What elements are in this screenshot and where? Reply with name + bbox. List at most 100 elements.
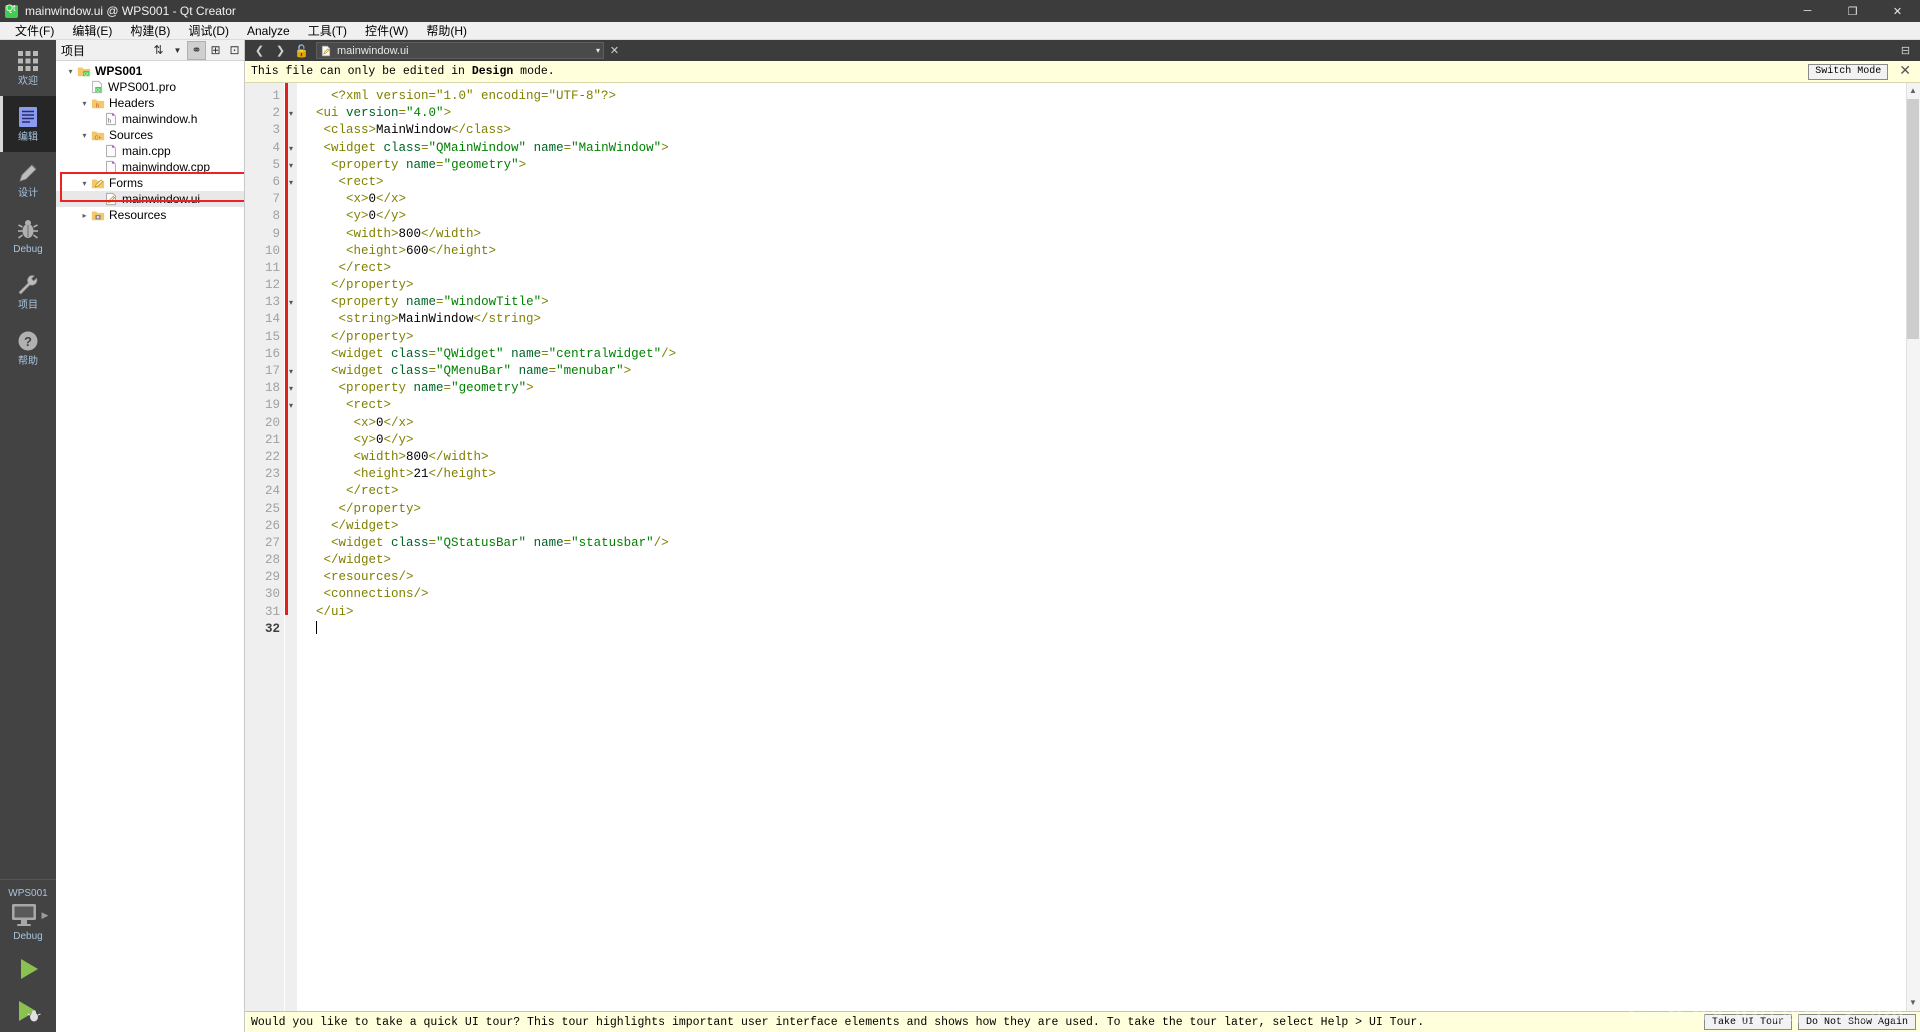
mode-debug[interactable]: Debug xyxy=(0,208,56,264)
mode-welcome[interactable]: 欢迎 xyxy=(0,40,56,96)
close-document-button[interactable]: ✕ xyxy=(604,41,625,60)
chevron-down-icon[interactable]: ▾ xyxy=(64,63,77,79)
tree-row[interactable]: ▾ h Headers xyxy=(56,95,244,111)
tree-row-mainwindow-ui[interactable]: mainwindow.ui xyxy=(56,191,244,207)
code-token: </rect> xyxy=(301,484,399,499)
unlocked-icon[interactable]: 🔓 xyxy=(291,41,312,60)
menubar: 文件(F) 编辑(E) 构建(B) 调试(D) Analyze 工具(T) 控件… xyxy=(0,22,1920,40)
tree-label: WPS001 xyxy=(95,64,143,78)
menu-file[interactable]: 文件(F) xyxy=(6,22,63,40)
line-number-gutter: 1 2 3 4 5 6 7 8 9 10 11 12 13 14 15 16 17 18 19 20 21 22 23 24 2… xyxy=(245,83,285,1011)
take-ui-tour-button[interactable]: Take UI Tour xyxy=(1703,1014,1792,1030)
close-split-icon[interactable]: ⊡ xyxy=(225,41,244,60)
menu-tools[interactable]: 工具(T) xyxy=(299,22,356,40)
tree-row[interactable]: main.cpp xyxy=(56,143,244,159)
code-token: = xyxy=(428,364,437,378)
code-token: name xyxy=(518,364,549,378)
run-button[interactable] xyxy=(0,948,56,990)
code-token: = xyxy=(398,106,407,121)
tree-row[interactable]: h mainwindow.h xyxy=(56,111,244,127)
code-line: <connections/> xyxy=(301,586,1920,603)
split-icon[interactable]: ⊞ xyxy=(206,41,225,60)
scrollbar-thumb[interactable] xyxy=(1907,99,1919,339)
scroll-down-arrow-icon[interactable]: ▼ xyxy=(1907,996,1919,1010)
ui-tour-banner: Would you like to take a quick UI tour? … xyxy=(245,1011,1920,1032)
code-token: name xyxy=(413,381,444,396)
line-number: 16 xyxy=(264,346,280,361)
mode-welcome-label: 欢迎 xyxy=(18,76,38,87)
line-number: 18 xyxy=(264,381,280,396)
filter-icon[interactable]: ▼ xyxy=(168,41,187,60)
chevron-down-icon[interactable]: ▾ xyxy=(78,95,91,111)
document-lines-icon xyxy=(19,107,37,127)
arrow-right-icon[interactable]: ❯ xyxy=(270,41,291,60)
mode-projects-label: 项目 xyxy=(18,300,38,311)
tree-row[interactable]: mainwindow.cpp xyxy=(56,159,244,175)
mode-help[interactable]: ? 帮助 xyxy=(0,320,56,376)
tree-label: mainwindow.h xyxy=(122,112,198,126)
menu-window[interactable]: 控件(W) xyxy=(356,22,417,40)
open-document-combo[interactable]: mainwindow.ui ▾ xyxy=(316,42,604,59)
infobar-text-after: mode. xyxy=(513,65,555,78)
code-token: </x> xyxy=(383,415,414,430)
headers-folder-icon: h xyxy=(91,99,105,109)
menu-build[interactable]: 构建(B) xyxy=(121,22,179,40)
code-editor[interactable]: 1 2 3 4 5 6 7 8 9 10 11 12 13 14 15 16 17 18 19 20 21 22 23 24 2… xyxy=(245,83,1920,1011)
chevron-down-icon[interactable]: ▾ xyxy=(596,46,600,55)
menu-analyze[interactable]: Analyze xyxy=(238,22,299,40)
menu-help[interactable]: 帮助(H) xyxy=(417,22,476,40)
code-token: > xyxy=(443,106,452,121)
code-token: "centralwidget" xyxy=(548,346,662,361)
start-debugging-button[interactable] xyxy=(0,990,56,1032)
do-not-show-again-button[interactable]: Do Not Show Again xyxy=(1797,1014,1916,1030)
editor-column: ❮ ❯ 🔓 mainwindow.ui ▾ ✕ ⊟ This file can … xyxy=(245,40,1920,1032)
scroll-up-arrow-icon[interactable]: ▲ xyxy=(1907,84,1919,98)
line-number: 24 xyxy=(264,484,280,499)
code-token: /> xyxy=(661,346,677,361)
arrow-left-icon[interactable]: ❮ xyxy=(249,41,270,60)
line-number: 17 xyxy=(264,364,280,378)
code-token: </widget> xyxy=(301,518,399,533)
mode-projects[interactable]: 项目 xyxy=(0,264,56,320)
mode-design[interactable]: 设计 xyxy=(0,152,56,208)
line-number: 7 xyxy=(272,192,280,207)
switch-mode-button[interactable]: Switch Mode xyxy=(1808,63,1889,80)
chevron-down-icon[interactable]: ▾ xyxy=(78,175,91,191)
kit-selector[interactable]: WPS001 ▶ Debug xyxy=(0,879,56,948)
code-token: name xyxy=(533,140,564,155)
ui-form-file-icon xyxy=(321,45,331,56)
chevron-down-icon[interactable]: ▾ xyxy=(78,127,91,143)
mode-edit[interactable]: 编辑 xyxy=(0,96,56,152)
code-token: "QStatusBar" xyxy=(436,535,527,550)
link-icon[interactable]: ⚭ xyxy=(187,40,206,60)
code-token: "windowTitle" xyxy=(443,295,542,310)
ui-form-file-icon xyxy=(106,192,116,206)
play-bug-icon xyxy=(19,1001,41,1022)
code-text[interactable]: <?xml version="1.0" encoding="UTF-8"?> <… xyxy=(297,83,1920,1011)
code-line: <x>0</x> xyxy=(301,415,1920,432)
line-number: 21 xyxy=(264,432,280,447)
editor-vertical-scrollbar[interactable]: ▲ ▼ xyxy=(1906,83,1920,1011)
minimize-button[interactable]: ─ xyxy=(1785,0,1830,22)
tree-row[interactable]: ▾ Forms xyxy=(56,175,244,191)
menu-edit[interactable]: 编辑(E) xyxy=(63,22,121,40)
menu-debug[interactable]: 调试(D) xyxy=(179,22,238,40)
tree-row[interactable]: Qt WPS001.pro xyxy=(56,79,244,95)
chevron-right-icon[interactable]: ▸ xyxy=(78,207,91,223)
project-tree[interactable]: ▾ Qt WPS001 Qt WPS001.pro ▾ h Headers h … xyxy=(56,61,244,1032)
maximize-button[interactable]: ❐ xyxy=(1830,0,1875,22)
tree-row[interactable]: ▾ C+ Sources xyxy=(56,127,244,143)
tree-row[interactable]: ▸ Resources xyxy=(56,207,244,223)
kit-icon-row: ▶ xyxy=(8,901,48,929)
infobar-text-bold: Design xyxy=(471,65,514,78)
tree-row[interactable]: ▾ Qt WPS001 xyxy=(56,63,244,79)
split-pane-icon[interactable]: ⊟ xyxy=(1895,41,1916,60)
code-token: </string> xyxy=(473,312,542,327)
code-token: 800 xyxy=(406,449,429,464)
close-button[interactable]: ✕ xyxy=(1875,0,1920,22)
close-infobar-button[interactable]: ✕ xyxy=(1896,63,1914,80)
code-line: </rect> xyxy=(301,260,1920,277)
updown-icon[interactable]: ⇅ xyxy=(149,41,168,60)
code-token: </width> xyxy=(428,449,489,464)
